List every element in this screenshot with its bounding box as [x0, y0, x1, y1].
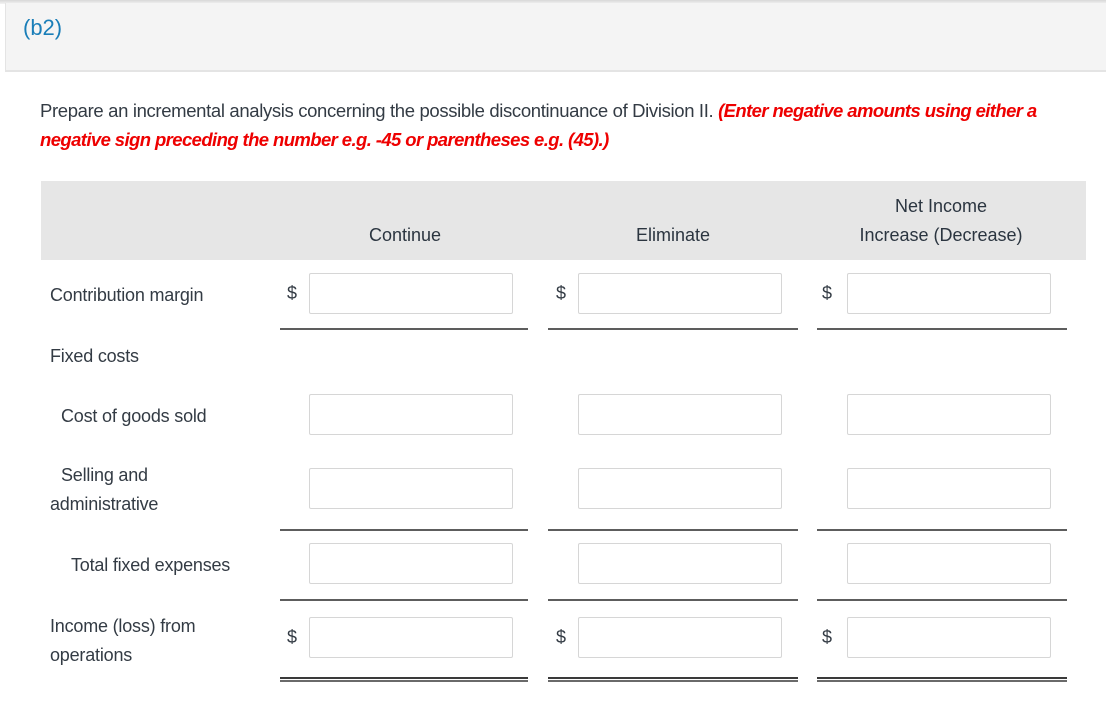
row-label-fixed-costs: Fixed costs — [50, 346, 139, 366]
subtotal-rule — [817, 328, 1067, 330]
row-label-income-line2: operations — [50, 645, 133, 665]
subtotal-rule — [548, 529, 798, 531]
contribution-margin-continue-input[interactable] — [309, 273, 513, 314]
subtotal-rule — [280, 529, 528, 531]
subtotal-rule — [280, 328, 528, 330]
selling-admin-continue-input[interactable] — [309, 468, 513, 509]
total-double-rule — [548, 677, 798, 682]
instructions-text: Prepare an incremental analysis concerni… — [40, 100, 714, 121]
income-ops-continue-input[interactable] — [309, 617, 513, 658]
currency-symbol: $ — [556, 283, 567, 303]
subtotal-rule — [280, 599, 528, 601]
total-fixed-eliminate-input[interactable] — [578, 543, 782, 584]
row-label-selling-line1: Selling and — [61, 465, 148, 485]
total-double-rule — [280, 677, 528, 682]
row-label-income-line1: Income (loss) from — [50, 616, 196, 636]
cogs-net-input[interactable] — [847, 394, 1051, 435]
subtotal-rule — [548, 328, 798, 330]
currency-symbol: $ — [287, 627, 298, 647]
row-label-contribution-margin: Contribution margin — [50, 285, 204, 305]
currency-symbol: $ — [287, 283, 298, 303]
part-label: (b2) — [23, 15, 63, 40]
column-header-continue-label: Continue — [368, 225, 442, 245]
currency-symbol: $ — [822, 627, 833, 647]
currency-symbol: $ — [822, 283, 833, 303]
cogs-continue-input[interactable] — [309, 394, 513, 435]
row-label-cost-of-goods-sold: Cost of goods sold — [61, 406, 207, 426]
column-header-continue: Continue — [300, 221, 510, 250]
income-ops-net-input[interactable] — [847, 617, 1051, 658]
subtotal-rule — [817, 529, 1067, 531]
contribution-margin-net-input[interactable] — [847, 273, 1051, 314]
cogs-eliminate-input[interactable] — [578, 394, 782, 435]
column-header-eliminate: Eliminate — [568, 221, 778, 250]
instructions-hint-line2: negative sign preceding the number e.g. … — [40, 129, 609, 150]
column-header-eliminate-label: Eliminate — [635, 225, 711, 245]
total-fixed-continue-input[interactable] — [309, 543, 513, 584]
selling-admin-eliminate-input[interactable] — [578, 468, 782, 509]
contribution-margin-eliminate-input[interactable] — [578, 273, 782, 314]
subtotal-rule — [548, 599, 798, 601]
subtotal-rule — [817, 599, 1067, 601]
total-fixed-net-input[interactable] — [847, 543, 1051, 584]
column-header-net-income-line1: Net Income — [894, 196, 988, 216]
total-double-rule — [817, 677, 1067, 682]
instructions: Prepare an incremental analysis concerni… — [40, 96, 1080, 154]
currency-symbol: $ — [556, 627, 567, 647]
row-label-total-fixed-expenses: Total fixed expenses — [71, 555, 231, 575]
instructions-hint-line1: (Enter negative amounts using either a — [718, 100, 1037, 121]
selling-admin-net-input[interactable] — [847, 468, 1051, 509]
column-header-net-income-line2: Increase (Decrease) — [859, 225, 1023, 245]
row-label-selling-line2: administrative — [50, 494, 159, 514]
income-ops-eliminate-input[interactable] — [578, 617, 782, 658]
column-header-net-income: Net Income Increase (Decrease) — [836, 192, 1046, 250]
part-header: (b2) — [5, 3, 1106, 72]
